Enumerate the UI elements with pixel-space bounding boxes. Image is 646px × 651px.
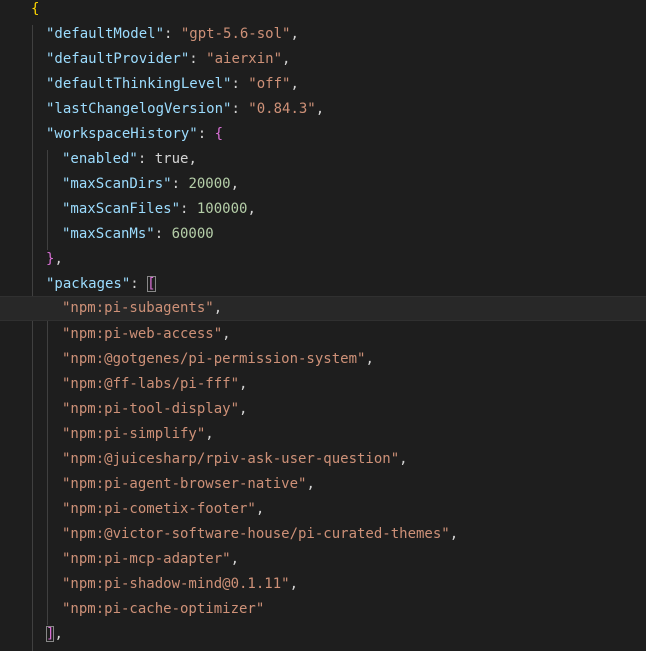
- package-item: "npm:@victor-software-house/pi-curated-t…: [62, 526, 450, 542]
- package-item: "npm:pi-tool-display": [62, 401, 240, 417]
- setting-key: "packages": [46, 276, 131, 292]
- code-line[interactable]: "maxScanFiles": 100000,: [0, 197, 646, 222]
- package-item: "npm:pi-cometix-footer": [62, 501, 256, 517]
- package-item: "npm:pi-agent-browser-native": [62, 476, 307, 492]
- code-line[interactable]: ],: [0, 622, 646, 647]
- code-line[interactable]: "packages": [: [0, 272, 646, 297]
- code-line[interactable]: "npm:pi-mcp-adapter",: [0, 547, 646, 572]
- setting-value: 20000: [188, 176, 231, 192]
- setting-key: "defaultThinkingLevel": [46, 76, 232, 92]
- package-item: "npm:pi-mcp-adapter": [62, 551, 231, 567]
- setting-value: "gpt-5.6-sol": [180, 26, 291, 42]
- code-line[interactable]: "npm:pi-web-access",: [0, 322, 646, 347]
- code-line[interactable]: "npm:@juicesharp/rpiv-ask-user-question"…: [0, 447, 646, 472]
- setting-key: "maxScanMs": [62, 226, 155, 242]
- code-line[interactable]: "npm:pi-cometix-footer",: [0, 497, 646, 522]
- setting-value: "0.84.3": [248, 101, 316, 117]
- code-line[interactable]: "npm:pi-tool-display",: [0, 397, 646, 422]
- object-brace-open: {: [214, 126, 224, 142]
- code-line[interactable]: "maxScanDirs": 20000,: [0, 172, 646, 197]
- code-editor[interactable]: { "defaultModel": "gpt-5.6-sol", "defaul…: [0, 0, 646, 651]
- setting-key: "lastChangelogVersion": [46, 101, 232, 117]
- code-line-current[interactable]: "npm:pi-subagents",: [0, 296, 646, 321]
- code-line[interactable]: "npm:pi-cache-optimizer": [0, 597, 646, 622]
- code-line[interactable]: "defaultModel": "gpt-5.6-sol",: [0, 22, 646, 47]
- package-item: "npm:pi-cache-optimizer": [62, 601, 265, 617]
- code-line[interactable]: "lastChangelogVersion": "0.84.3",: [0, 97, 646, 122]
- code-line[interactable]: "workspaceHistory": {: [0, 122, 646, 147]
- package-item: "npm:@gotgenes/pi-permission-system": [62, 351, 366, 367]
- code-line[interactable]: "enabled": true,: [0, 147, 646, 172]
- package-item: "npm:@ff-labs/pi-fff": [62, 376, 240, 392]
- setting-key: "maxScanFiles": [62, 201, 181, 217]
- setting-key: "maxScanDirs": [62, 176, 172, 192]
- setting-key: "enabled": [62, 151, 138, 167]
- code-line[interactable]: "npm:pi-agent-browser-native",: [0, 472, 646, 497]
- package-item: "npm:pi-shadow-mind@0.1.11": [62, 576, 290, 592]
- code-line[interactable]: "npm:@gotgenes/pi-permission-system",: [0, 347, 646, 372]
- code-line[interactable]: },: [0, 247, 646, 272]
- setting-key: "defaultProvider": [46, 51, 190, 67]
- setting-value: "off": [248, 76, 291, 92]
- setting-value: 100000: [196, 201, 248, 217]
- package-item: "npm:pi-web-access": [62, 326, 223, 342]
- array-bracket-open: [: [147, 276, 156, 292]
- setting-key: "defaultModel": [46, 26, 165, 42]
- code-line[interactable]: "npm:pi-simplify",: [0, 422, 646, 447]
- package-item: "npm:@juicesharp/rpiv-ask-user-question": [62, 451, 400, 467]
- package-item: "npm:pi-simplify": [62, 426, 206, 442]
- code-line[interactable]: "maxScanMs": 60000: [0, 222, 646, 247]
- code-line[interactable]: "npm:@ff-labs/pi-fff",: [0, 372, 646, 397]
- package-item: "npm:pi-subagents": [62, 300, 214, 316]
- setting-value: 60000: [171, 226, 214, 242]
- setting-value: true: [154, 151, 189, 167]
- setting-value: "aierxin": [206, 51, 283, 67]
- setting-key: "workspaceHistory": [46, 126, 198, 142]
- root-brace-open: {: [31, 1, 40, 17]
- code-line[interactable]: "defaultThinkingLevel": "off",: [0, 72, 646, 97]
- code-line[interactable]: {: [0, 0, 646, 22]
- code-line[interactable]: "defaultProvider": "aierxin",: [0, 47, 646, 72]
- code-line[interactable]: "npm:pi-shadow-mind@0.1.11",: [0, 572, 646, 597]
- code-line[interactable]: "npm:@victor-software-house/pi-curated-t…: [0, 522, 646, 547]
